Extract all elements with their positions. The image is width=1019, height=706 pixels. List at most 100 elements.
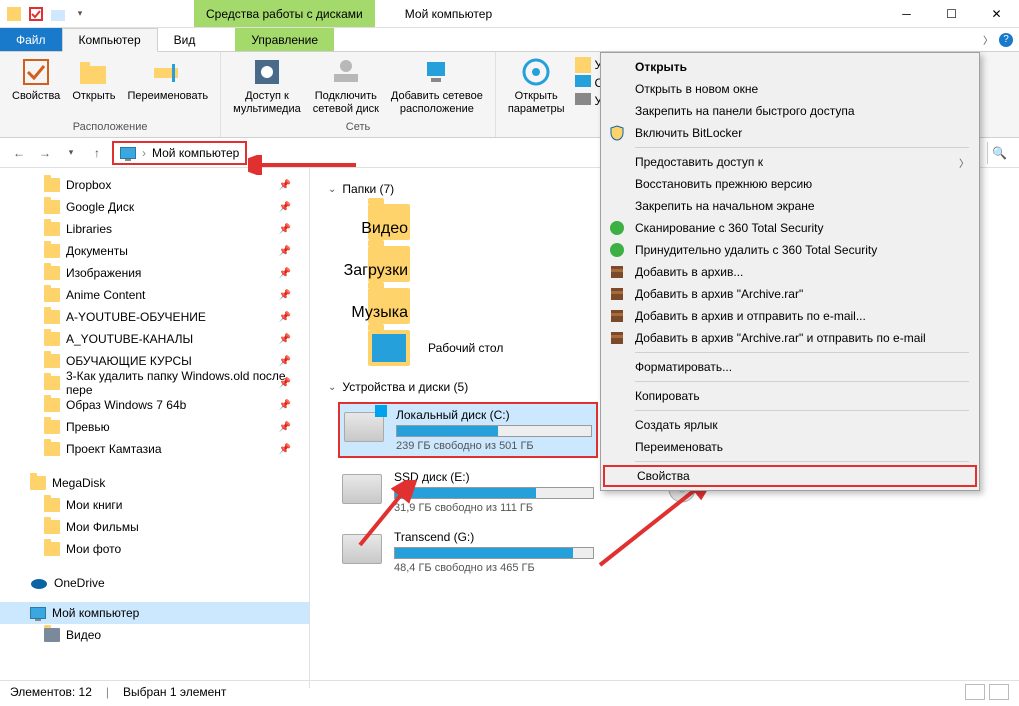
nav-video[interactable]: Видео (0, 624, 309, 646)
context-menu-item[interactable]: Восстановить прежнюю версию (603, 173, 977, 195)
pin-icon: 📌 (279, 224, 291, 235)
context-menu-item[interactable]: Предоставить доступ к〉 (603, 151, 977, 173)
drive-item[interactable]: Локальный диск (C:)239 ГБ свободно из 50… (338, 402, 598, 458)
qat-properties-icon[interactable] (26, 4, 46, 24)
folder-icon (44, 266, 60, 280)
close-button[interactable]: ✕ (974, 0, 1019, 28)
qat-app-icon[interactable] (4, 4, 24, 24)
context-menu-item[interactable]: Переименовать (603, 436, 977, 458)
security-icon (609, 242, 625, 258)
nav-folder-item[interactable]: Образ Windows 7 64b📌 (0, 394, 309, 416)
context-menu-item[interactable]: Закрепить на панели быстрого доступа (603, 100, 977, 122)
folder-icon: Музыка (368, 288, 410, 324)
ribbon-collapse[interactable]: 〉? (977, 28, 1019, 51)
context-menu-item[interactable]: Включить BitLocker (603, 122, 977, 144)
view-tiles-button[interactable] (989, 684, 1009, 700)
context-menu-item[interactable]: Открыть (603, 56, 977, 78)
ribbon-tabs: Файл Компьютер Вид Управление 〉? (0, 28, 1019, 52)
drive-item[interactable]: SSD диск (E:)31,9 ГБ свободно из 111 ГБ (338, 466, 598, 518)
nav-megadisk[interactable]: MegaDisk (0, 472, 309, 494)
tab-file[interactable]: Файл (0, 28, 62, 51)
ribbon-add-network-button[interactable]: Добавить сетевое расположение (385, 54, 489, 118)
ribbon-properties-button[interactable]: Свойства (6, 54, 66, 105)
nav-my-computer[interactable]: Мой компьютер (0, 602, 309, 624)
nav-onedrive[interactable]: OneDrive (0, 572, 309, 594)
folder-icon (368, 330, 410, 366)
security-icon (609, 220, 625, 236)
drive-usage-bar (394, 547, 594, 559)
pin-icon: 📌 (279, 290, 291, 301)
pin-icon: 📌 (279, 400, 291, 411)
nav-up-button[interactable]: ↑ (86, 142, 108, 164)
nav-folder-item[interactable]: Libraries📌 (0, 218, 309, 240)
ribbon-group-network: Доступ к мультимедиа Подключить сетевой … (221, 52, 496, 137)
pin-icon: 📌 (279, 378, 291, 389)
context-menu-item[interactable]: Добавить в архив "Archive.rar" (603, 283, 977, 305)
archive-icon (609, 286, 625, 302)
minimize-button[interactable]: ─ (884, 0, 929, 28)
nav-folder-item[interactable]: A_YOUTUBE-КАНАЛЫ📌 (0, 328, 309, 350)
folder-icon (44, 354, 60, 368)
ribbon-group-location: Свойства Открыть Переименовать Расположе… (0, 52, 221, 137)
nav-folder-item[interactable]: A-YOUTUBE-ОБУЧЕНИЕ📌 (0, 306, 309, 328)
context-menu-item[interactable]: Закрепить на начальном экране (603, 195, 977, 217)
ribbon-open-settings-button[interactable]: Открыть параметры (502, 54, 571, 118)
nav-folder-item[interactable]: Google Диск📌 (0, 196, 309, 218)
tab-view[interactable]: Вид (158, 28, 212, 51)
context-menu-item[interactable]: Открыть в новом окне (603, 78, 977, 100)
tab-manage[interactable]: Управление (235, 28, 334, 51)
view-details-button[interactable] (965, 684, 985, 700)
submenu-arrow-icon: 〉 (959, 155, 969, 170)
nav-history-dropdown[interactable]: ▾ (60, 142, 82, 164)
nav-folder-item[interactable]: Превью📌 (0, 416, 309, 438)
folder-icon: Загрузки (368, 246, 410, 282)
navigation-pane[interactable]: Dropbox📌Google Диск📌Libraries📌Документы📌… (0, 168, 310, 688)
nav-books[interactable]: Мои книги (0, 494, 309, 516)
context-menu-item[interactable]: Принудительно удалить с 360 Total Securi… (603, 239, 977, 261)
nav-folder-item[interactable]: Документы📌 (0, 240, 309, 262)
nav-folder-item[interactable]: Изображения📌 (0, 262, 309, 284)
ribbon-group-label-location: Расположение (73, 121, 148, 135)
context-menu-item[interactable]: Свойства (603, 465, 977, 487)
ribbon-map-drive-button[interactable]: Подключить сетевой диск (307, 54, 385, 118)
ribbon-open-button[interactable]: Открыть (66, 54, 121, 105)
folder-icon (44, 244, 60, 258)
help-icon[interactable]: ? (999, 33, 1013, 47)
context-menu-item[interactable]: Копировать (603, 385, 977, 407)
context-menu-item[interactable]: Форматировать... (603, 356, 977, 378)
nav-folder-item[interactable]: Anime Content📌 (0, 284, 309, 306)
ribbon-media-access-button[interactable]: Доступ к мультимедиа (227, 54, 307, 118)
pin-icon: 📌 (279, 334, 291, 345)
nav-folder-item[interactable]: Проект Камтазиа📌 (0, 438, 309, 460)
nav-folder-item[interactable]: 3-Как удалить папку Windows.old после пе… (0, 372, 309, 394)
drive-icon (342, 474, 382, 504)
ribbon-rename-button[interactable]: Переименовать (122, 54, 215, 105)
disk-tools-contextual-label: Средства работы с дисками (194, 0, 375, 27)
drive-icon (344, 412, 384, 442)
tab-computer[interactable]: Компьютер (62, 28, 158, 52)
pin-icon: 📌 (279, 356, 291, 367)
nav-photos[interactable]: Мои фото (0, 538, 309, 560)
drive-item[interactable]: Transcend (G:)48,4 ГБ свободно из 465 ГБ (338, 526, 598, 578)
context-menu-item[interactable]: Добавить в архив и отправить по e-mail..… (603, 305, 977, 327)
nav-forward-button[interactable]: → (34, 142, 56, 164)
qat-new-folder-icon[interactable] (48, 4, 68, 24)
context-menu-item[interactable]: Добавить в архив "Archive.rar" и отправи… (603, 327, 977, 349)
archive-icon (609, 264, 625, 280)
archive-icon (609, 330, 625, 346)
qat-dropdown-icon[interactable]: ▾ (70, 4, 90, 24)
nav-back-button[interactable]: ← (8, 142, 30, 164)
context-menu-item[interactable]: Добавить в архив... (603, 261, 977, 283)
context-menu-item[interactable]: Сканирование с 360 Total Security (603, 217, 977, 239)
computer-icon (30, 607, 46, 619)
nav-films[interactable]: Мои Фильмы (0, 516, 309, 538)
context-menu-item[interactable]: Создать ярлык (603, 414, 977, 436)
nav-folder-item[interactable]: Dropbox📌 (0, 174, 309, 196)
search-box[interactable]: 🔍 (987, 142, 1011, 164)
maximize-button[interactable]: ☐ (929, 0, 974, 28)
pin-icon: 📌 (279, 202, 291, 213)
window-title: Мой компьютер (405, 7, 492, 21)
folder-icon (44, 420, 60, 434)
address-breadcrumb[interactable]: › Мой компьютер (112, 141, 247, 165)
pin-icon: 📌 (279, 180, 291, 191)
